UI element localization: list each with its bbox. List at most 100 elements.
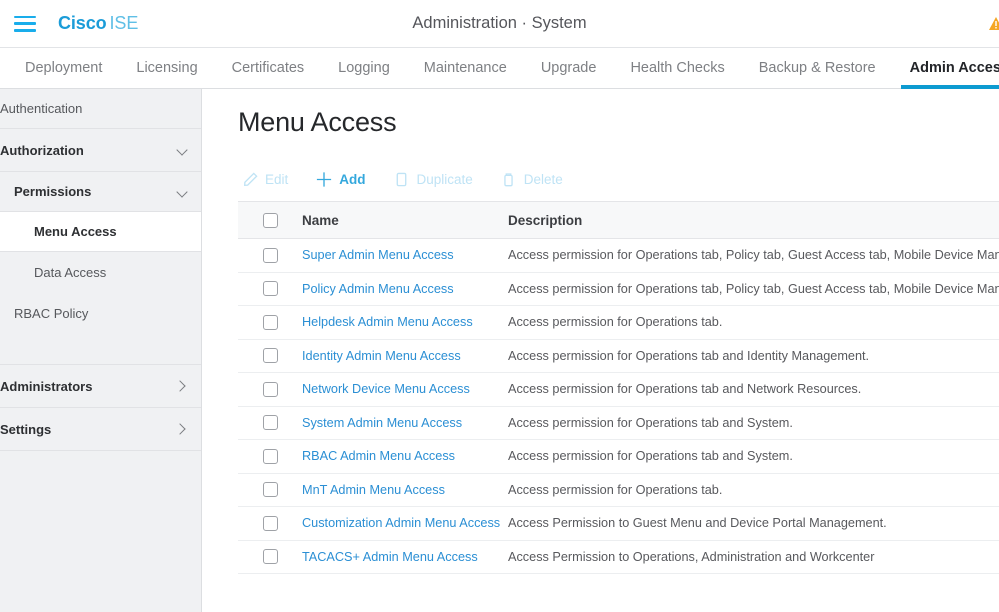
sidebar-item-administrators[interactable]: Administrators xyxy=(0,365,201,408)
pencil-icon xyxy=(242,171,258,187)
sidebar: Authentication Authorization Permissions… xyxy=(0,89,202,612)
sidebar-item-rbac-policy[interactable]: RBAC Policy xyxy=(0,292,201,335)
tab-logging[interactable]: Logging xyxy=(321,48,407,88)
row-description-cell: Access permission for Operations tab and… xyxy=(508,382,862,397)
row-name-cell: RBAC Admin Menu Access xyxy=(302,449,508,463)
row-checkbox[interactable] xyxy=(262,549,278,565)
delete-button[interactable]: Delete xyxy=(501,171,563,187)
sidebar-item-permissions[interactable]: Permissions xyxy=(0,172,201,212)
main-content: Menu Access Edit Add Duplicate Delete Na… xyxy=(202,89,999,612)
add-button[interactable]: Add xyxy=(316,171,366,187)
column-header-name[interactable]: Name xyxy=(302,213,508,228)
edit-label: Edit xyxy=(265,171,289,187)
row-name-link[interactable]: RBAC Admin Menu Access xyxy=(302,449,455,463)
row-name-link[interactable]: Super Admin Menu Access xyxy=(302,248,454,262)
sidebar-item-data-access[interactable]: Data Access xyxy=(0,252,201,292)
table-row[interactable]: MnT Admin Menu Access Access permission … xyxy=(238,474,999,507)
row-select-cell xyxy=(238,515,302,531)
tab-health-checks[interactable]: Health Checks xyxy=(613,48,741,88)
row-checkbox[interactable] xyxy=(262,281,278,297)
plus-icon xyxy=(316,171,332,187)
select-all-checkbox[interactable] xyxy=(262,212,278,228)
row-name-cell: Identity Admin Menu Access xyxy=(302,349,508,363)
row-name-link[interactable]: Customization Admin Menu Access xyxy=(302,516,500,530)
row-select-cell xyxy=(238,314,302,330)
tab-certificates[interactable]: Certificates xyxy=(215,48,322,88)
brand-logo[interactable]: Cisco ISE xyxy=(58,13,138,34)
row-checkbox[interactable] xyxy=(262,415,278,431)
table-row[interactable]: TACACS+ Admin Menu Access Access Permiss… xyxy=(238,541,999,574)
table-row[interactable]: Super Admin Menu Access Access permissio… xyxy=(238,239,999,273)
table-row[interactable]: Network Device Menu Access Access permis… xyxy=(238,373,999,407)
chevron-right-icon xyxy=(177,380,189,392)
row-description-cell: Access permission for Operations tab, Po… xyxy=(508,248,999,263)
brand-ise: ISE xyxy=(109,13,139,33)
row-select-cell xyxy=(238,381,302,397)
duplicate-label: Duplicate xyxy=(416,171,473,187)
row-name-cell: Helpdesk Admin Menu Access xyxy=(302,315,508,329)
tab-licensing[interactable]: Licensing xyxy=(119,48,214,88)
row-checkbox[interactable] xyxy=(262,515,278,531)
tab-deployment[interactable]: Deployment xyxy=(8,48,119,88)
row-checkbox[interactable] xyxy=(262,348,278,364)
sidebar-item-authorization[interactable]: Authorization xyxy=(0,129,201,172)
row-name-link[interactable]: MnT Admin Menu Access xyxy=(302,483,445,497)
row-checkbox[interactable] xyxy=(262,314,278,330)
tab-backup-restore[interactable]: Backup & Restore xyxy=(742,48,893,88)
row-checkbox[interactable] xyxy=(262,482,278,498)
table-row[interactable]: Helpdesk Admin Menu Access Access permis… xyxy=(238,306,999,340)
sidebar-item-label: Settings xyxy=(0,421,52,437)
chevron-down-icon xyxy=(177,186,189,198)
sidebar-item-label: Menu Access xyxy=(34,224,117,239)
row-description-cell: Access permission for Operations tab and… xyxy=(508,449,793,464)
add-label: Add xyxy=(339,171,366,187)
hamburger-icon[interactable] xyxy=(14,15,36,32)
breadcrumb: Administration · System xyxy=(412,14,587,32)
row-checkbox[interactable] xyxy=(262,247,278,263)
row-select-cell xyxy=(238,549,302,565)
tab-maintenance[interactable]: Maintenance xyxy=(407,48,524,88)
row-name-cell: Policy Admin Menu Access xyxy=(302,282,508,296)
edit-button[interactable]: Edit xyxy=(242,171,288,187)
row-name-link[interactable]: TACACS+ Admin Menu Access xyxy=(302,550,478,564)
duplicate-icon xyxy=(394,171,410,187)
sidebar-item-label: Permissions xyxy=(14,184,92,199)
chevron-right-icon xyxy=(177,423,189,435)
page-title: Menu Access xyxy=(238,107,397,137)
sidebar-item-menu-access[interactable]: Menu Access xyxy=(0,212,201,252)
row-checkbox[interactable] xyxy=(262,448,278,464)
table-row[interactable]: Customization Admin Menu Access Access P… xyxy=(238,507,999,541)
sidebar-spacer xyxy=(0,335,201,365)
menu-access-table: Name Description Super Admin Menu Access… xyxy=(238,201,999,574)
row-select-cell xyxy=(238,348,302,364)
trash-icon xyxy=(501,171,517,187)
row-checkbox[interactable] xyxy=(262,381,278,397)
table-row[interactable]: System Admin Menu Access Access permissi… xyxy=(238,407,999,440)
row-name-cell: System Admin Menu Access xyxy=(302,416,508,430)
row-name-cell: Customization Admin Menu Access xyxy=(302,516,508,530)
row-name-link[interactable]: Network Device Menu Access xyxy=(302,382,470,396)
sidebar-item-authentication[interactable]: Authentication xyxy=(0,89,201,129)
tab-admin-access[interactable]: Admin Access xyxy=(893,48,999,89)
chevron-down-icon xyxy=(177,144,189,156)
row-select-cell xyxy=(238,448,302,464)
duplicate-button[interactable]: Duplicate xyxy=(394,171,473,187)
table-row[interactable]: Identity Admin Menu Access Access permis… xyxy=(238,340,999,373)
warning-icon[interactable] xyxy=(989,17,999,30)
row-name-link[interactable]: Identity Admin Menu Access xyxy=(302,349,461,363)
primary-tabs: Deployment Licensing Certificates Loggin… xyxy=(0,48,999,89)
row-name-link[interactable]: Helpdesk Admin Menu Access xyxy=(302,315,473,329)
tab-upgrade[interactable]: Upgrade xyxy=(524,48,614,88)
sidebar-item-settings[interactable]: Settings xyxy=(0,408,201,451)
row-description-cell: Access permission for Operations tab and… xyxy=(508,415,793,430)
table-row[interactable]: RBAC Admin Menu Access Access permission… xyxy=(238,440,999,474)
select-all-cell xyxy=(238,212,302,228)
sidebar-item-label: Authentication xyxy=(0,101,83,116)
row-name-cell: TACACS+ Admin Menu Access xyxy=(302,550,508,564)
row-name-link[interactable]: System Admin Menu Access xyxy=(302,416,462,430)
column-header-description[interactable]: Description xyxy=(508,213,999,228)
row-description-cell: Access permission for Operations tab. xyxy=(508,315,723,330)
table-row[interactable]: Policy Admin Menu Access Access permissi… xyxy=(238,273,999,306)
row-description-cell: Access permission for Operations tab and… xyxy=(508,348,870,363)
row-name-link[interactable]: Policy Admin Menu Access xyxy=(302,282,454,296)
